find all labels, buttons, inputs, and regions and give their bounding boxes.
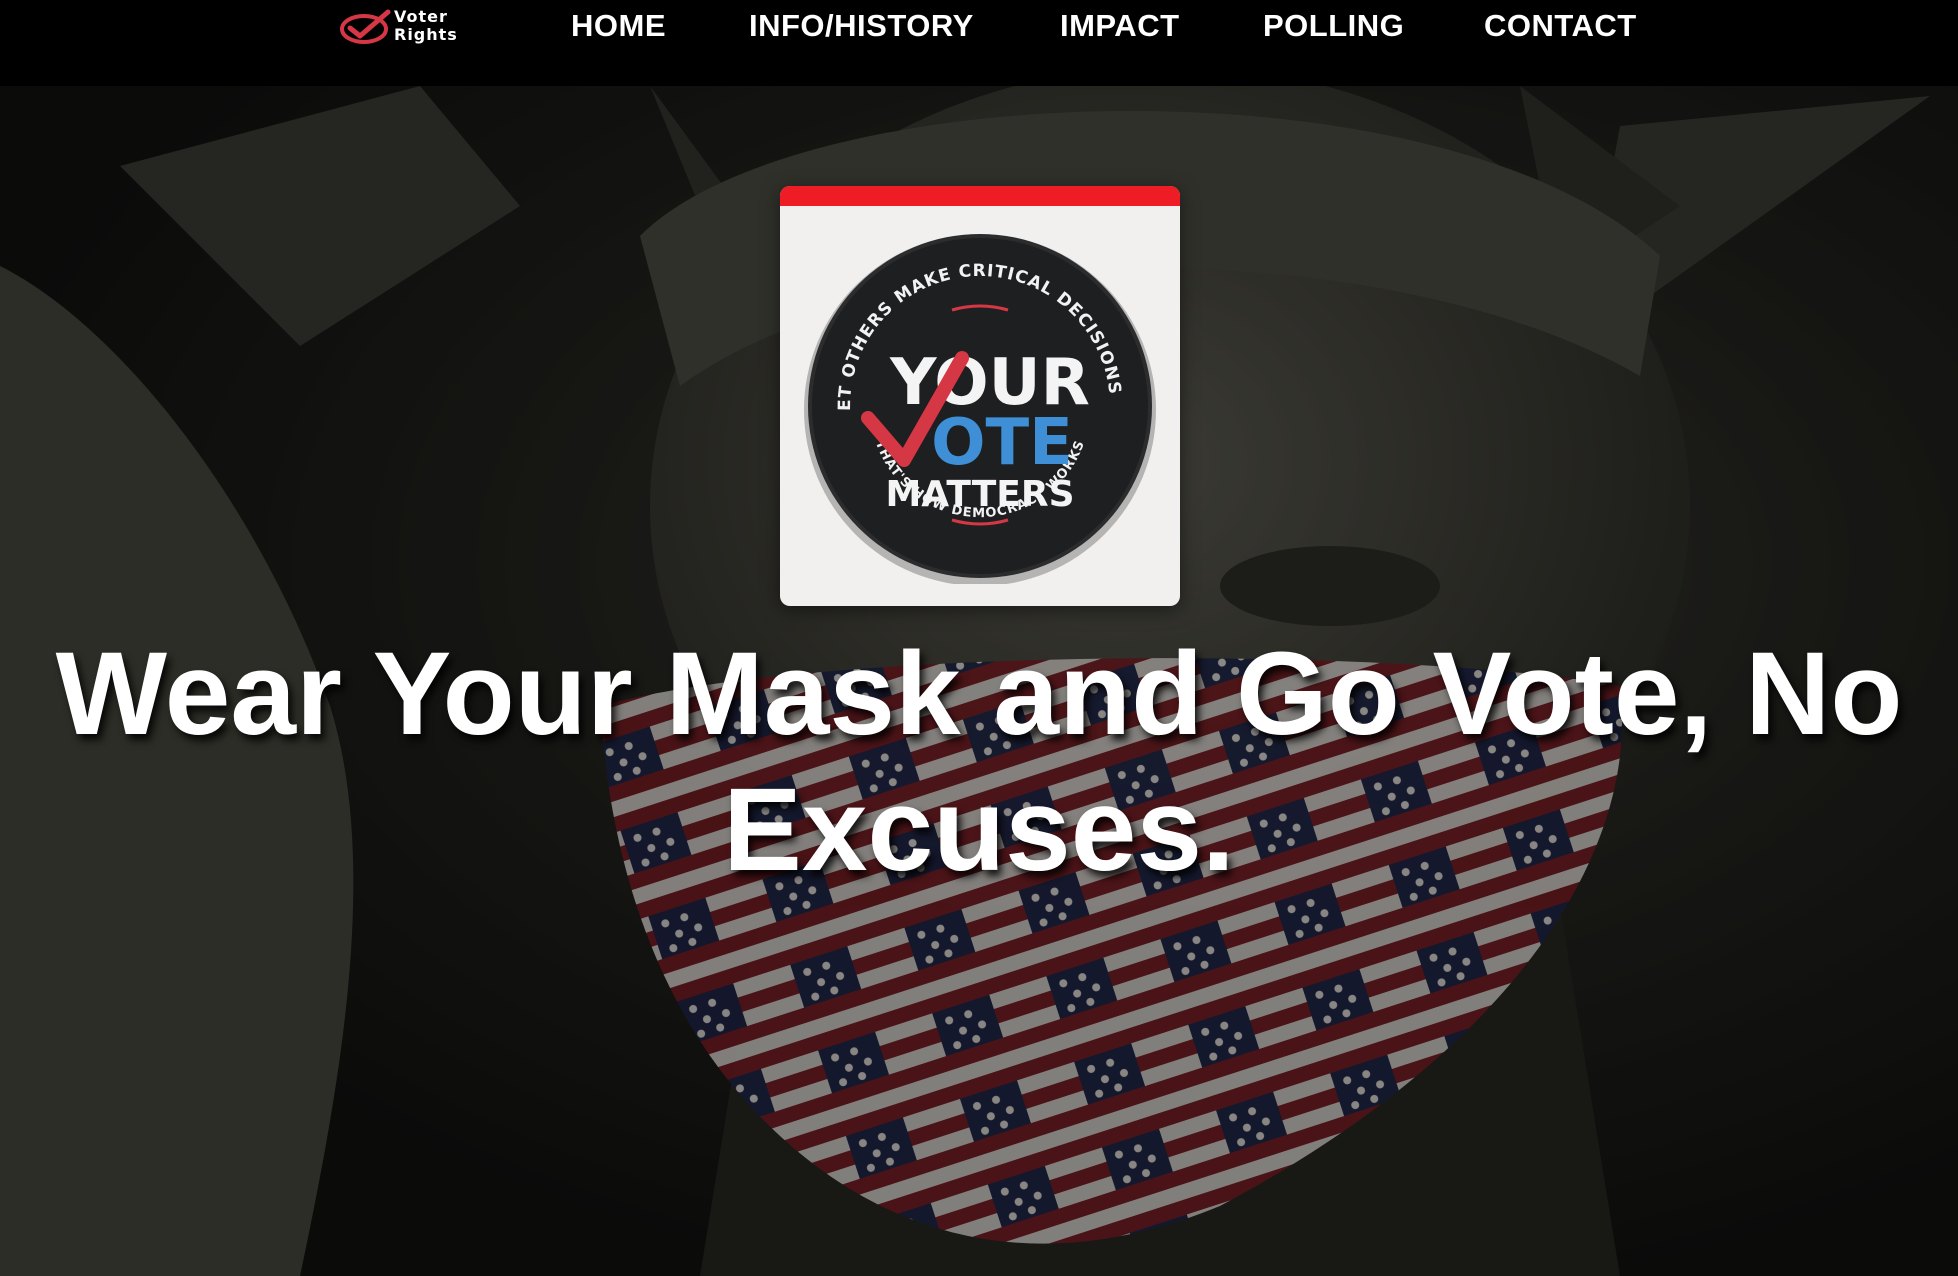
nav-polling[interactable]: POLLING	[1263, 8, 1404, 44]
your-vote-matters-badge: DON'T LET OTHERS MAKE CRITICAL DECISIONS…	[802, 228, 1156, 584]
card-accent-bar	[780, 186, 1180, 206]
nav-impact[interactable]: IMPACT	[1060, 8, 1180, 44]
badge-line-matters: MATTERS	[885, 474, 1074, 515]
hero-section: DON'T LET OTHERS MAKE CRITICAL DECISIONS…	[0, 86, 1958, 1276]
logo-line-2: Rights	[394, 25, 458, 44]
badge-line-vote: OTE	[931, 406, 1073, 480]
hero-headline: Wear Your Mask and Go Vote, No Excuses.	[55, 628, 1903, 896]
nav-home[interactable]: HOME	[571, 8, 666, 44]
top-navbar: Voter Rights HOME INFO/HISTORY IMPACT PO…	[0, 0, 1958, 86]
logo-wordmark: Voter Rights	[394, 8, 458, 44]
logo-line-1: Voter	[394, 7, 448, 26]
nav-contact[interactable]: CONTACT	[1484, 8, 1637, 44]
checkmark-logo-icon	[340, 9, 391, 44]
site-logo[interactable]: Voter Rights	[338, 6, 488, 46]
vote-badge-card: DON'T LET OTHERS MAKE CRITICAL DECISIONS…	[780, 186, 1180, 606]
nav-info-history[interactable]: INFO/HISTORY	[749, 8, 974, 44]
